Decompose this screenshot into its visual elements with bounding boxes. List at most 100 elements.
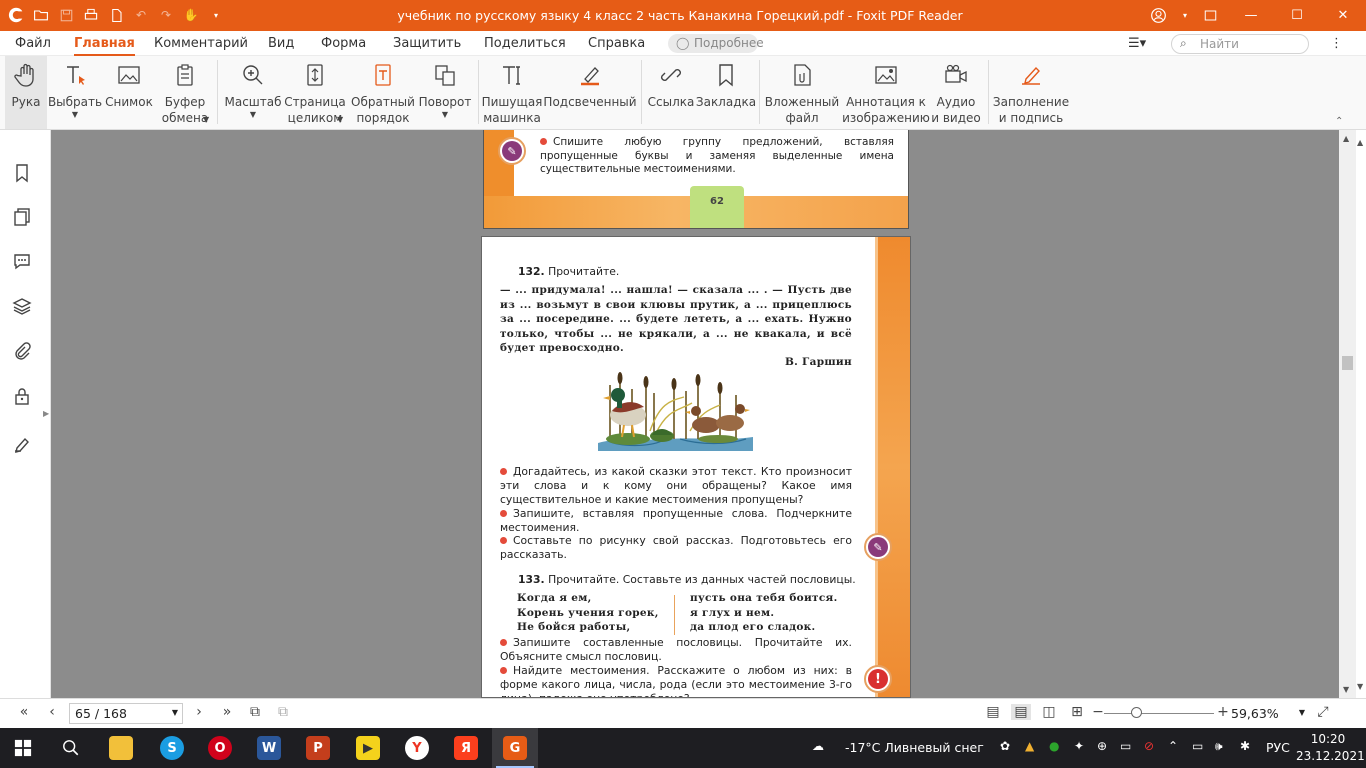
more-options-icon[interactable]: ⋮ bbox=[1330, 36, 1343, 51]
previous-view-icon[interactable]: ⧉ bbox=[245, 704, 265, 720]
next-page-icon[interactable]: › bbox=[189, 704, 209, 720]
open-folder-icon[interactable] bbox=[31, 5, 51, 25]
powerpoint-icon[interactable]: P bbox=[295, 728, 341, 768]
attachments-panel-icon[interactable] bbox=[11, 340, 33, 362]
tab-share[interactable]: Поделиться bbox=[484, 36, 566, 51]
image-annotation-button[interactable]: Аннотация к изображению bbox=[842, 56, 930, 129]
bookmarks-panel-icon[interactable] bbox=[11, 162, 33, 184]
word-icon[interactable]: W bbox=[246, 728, 292, 768]
snapshot-button[interactable]: Снимок bbox=[104, 56, 154, 129]
new-document-icon[interactable] bbox=[106, 5, 126, 25]
start-button[interactable] bbox=[0, 728, 46, 768]
zoom-slider-knob[interactable] bbox=[1131, 707, 1142, 718]
rotate-button[interactable]: Поворот ▼ bbox=[418, 56, 472, 129]
first-page-icon[interactable]: « bbox=[14, 704, 34, 720]
weather-text[interactable]: -17°C Ливневый снег bbox=[845, 740, 984, 755]
zoom-button[interactable]: Масштаб ▼ bbox=[224, 56, 282, 129]
panel-scroll-up-icon[interactable]: ▲ bbox=[1357, 138, 1363, 147]
print-icon[interactable] bbox=[81, 5, 101, 25]
close-icon[interactable]: ✕ bbox=[1320, 0, 1366, 31]
reverse-order-button[interactable]: Обратный порядок bbox=[350, 56, 416, 129]
zoom-in-icon[interactable]: + bbox=[1213, 704, 1233, 720]
app-logo-icon[interactable] bbox=[6, 5, 26, 25]
tab-protect[interactable]: Защитить bbox=[393, 36, 461, 51]
customize-quick-access-icon[interactable]: ▾ bbox=[206, 5, 226, 25]
continuous-facing-view-icon[interactable]: ⊞ bbox=[1067, 704, 1087, 720]
last-page-icon[interactable]: » bbox=[217, 704, 237, 720]
yandex-icon[interactable]: Я bbox=[443, 728, 489, 768]
zoom-slider-track[interactable] bbox=[1104, 713, 1214, 714]
globe-icon[interactable]: ⊕ bbox=[1097, 739, 1107, 753]
foxit-reader-taskbar-icon[interactable]: G bbox=[492, 728, 538, 768]
weather-icon[interactable]: ☁ bbox=[812, 739, 824, 753]
bookmark-button[interactable]: Закладка bbox=[696, 56, 756, 129]
save-icon[interactable] bbox=[56, 5, 76, 25]
search-taskbar-icon[interactable] bbox=[48, 728, 94, 768]
tray-app-icon[interactable]: ✱ bbox=[1240, 739, 1250, 753]
security-panel-icon[interactable] bbox=[11, 385, 33, 407]
page-dropdown-icon[interactable]: ▼ bbox=[172, 708, 178, 717]
tell-me-box[interactable]: ◯ Подробнее bbox=[668, 34, 764, 53]
single-page-view-icon[interactable]: ▤ bbox=[983, 704, 1003, 720]
search-input[interactable]: ⌕ Найти bbox=[1171, 34, 1309, 54]
tab-help[interactable]: Справка bbox=[588, 36, 645, 51]
attach-file-button[interactable]: Вложенный файл bbox=[764, 56, 840, 129]
fullscreen-icon[interactable]: ⤢ bbox=[1313, 704, 1333, 720]
tray-app-icon[interactable]: ✦ bbox=[1074, 739, 1084, 753]
clipboard-dropdown-icon[interactable]: ▼ bbox=[203, 115, 209, 124]
tray-window-icon[interactable]: ▭ bbox=[1120, 739, 1131, 753]
tab-comment[interactable]: Комментарий bbox=[154, 36, 248, 51]
undo-icon[interactable]: ↶ bbox=[131, 5, 151, 25]
tray-app-icon[interactable]: ▲ bbox=[1025, 739, 1034, 753]
page-number-input[interactable]: 65 / 168 ▼ bbox=[69, 703, 183, 724]
pages-panel-icon[interactable] bbox=[11, 206, 33, 228]
tray-app-icon[interactable]: ● bbox=[1049, 739, 1059, 753]
show-hidden-icons[interactable]: ⌃ bbox=[1168, 739, 1178, 753]
input-language[interactable]: РУС bbox=[1266, 740, 1290, 755]
tab-view[interactable]: Вид bbox=[268, 36, 294, 51]
select-dropdown-icon[interactable]: ▼ bbox=[72, 110, 78, 120]
file-explorer-icon[interactable] bbox=[98, 728, 144, 768]
audio-video-button[interactable]: Аудио и видео bbox=[930, 56, 982, 129]
expand-panel-icon[interactable]: ▶ bbox=[43, 409, 49, 418]
hand-tool-quick-icon[interactable]: ✋ bbox=[181, 5, 201, 25]
search-options-icon[interactable]: ☰▾ bbox=[1128, 36, 1146, 51]
tab-form[interactable]: Форма bbox=[321, 36, 366, 51]
tab-home[interactable]: Главная bbox=[74, 36, 135, 56]
fit-dropdown-icon[interactable]: ▼ bbox=[337, 115, 343, 124]
signatures-panel-icon[interactable] bbox=[11, 432, 33, 454]
volume-icon[interactable]: 🕪 bbox=[1215, 739, 1223, 754]
comments-panel-icon[interactable] bbox=[11, 250, 33, 272]
maximize-icon[interactable]: ☐ bbox=[1274, 0, 1320, 31]
tray-app-icon[interactable]: ✿ bbox=[1000, 739, 1010, 753]
account-icon[interactable] bbox=[1138, 0, 1178, 31]
scrollbar-thumb[interactable] bbox=[1342, 356, 1353, 370]
network-icon[interactable]: ▭ bbox=[1192, 739, 1203, 753]
zoom-dropdown-icon[interactable]: ▼ bbox=[250, 110, 256, 120]
rotate-dropdown-icon[interactable]: ▼ bbox=[442, 110, 448, 120]
collapse-ribbon-icon[interactable]: ⌃ bbox=[1335, 116, 1343, 127]
yandex-browser-icon[interactable]: Y bbox=[394, 728, 440, 768]
vertical-scrollbar[interactable]: ▲ ▼ bbox=[1339, 130, 1356, 698]
tray-app-icon[interactable]: ⊘ bbox=[1144, 739, 1154, 753]
fill-sign-button[interactable]: Заполнение и подпись bbox=[993, 56, 1069, 129]
redo-icon[interactable]: ↷ bbox=[156, 5, 176, 25]
minimize-icon[interactable]: — bbox=[1228, 0, 1274, 31]
tab-file[interactable]: Файл bbox=[15, 36, 51, 51]
ribbon-display-icon[interactable] bbox=[1192, 0, 1228, 31]
scroll-down-icon[interactable]: ▼ bbox=[1343, 685, 1349, 694]
facing-view-icon[interactable]: ◫ bbox=[1039, 704, 1059, 720]
layers-panel-icon[interactable] bbox=[11, 295, 33, 317]
opera-icon[interactable]: O bbox=[197, 728, 243, 768]
media-player-icon[interactable]: ▶ bbox=[345, 728, 391, 768]
highlight-button[interactable]: Подсвеченный bbox=[543, 56, 637, 129]
zoom-out-icon[interactable]: − bbox=[1088, 704, 1108, 720]
select-tool-button[interactable]: Выбрать ▼ bbox=[48, 56, 102, 129]
continuous-view-icon[interactable]: ▤ bbox=[1011, 704, 1031, 720]
next-view-icon[interactable]: ⧉ bbox=[273, 704, 293, 720]
zoom-level-select[interactable]: 59,63% ▼ bbox=[1231, 703, 1307, 724]
hand-tool-button[interactable]: Рука bbox=[5, 56, 47, 129]
system-clock[interactable]: 10:20 23.12.2021 bbox=[1296, 731, 1365, 765]
previous-page-icon[interactable]: ‹ bbox=[42, 704, 62, 720]
link-button[interactable]: Ссылка bbox=[646, 56, 696, 129]
